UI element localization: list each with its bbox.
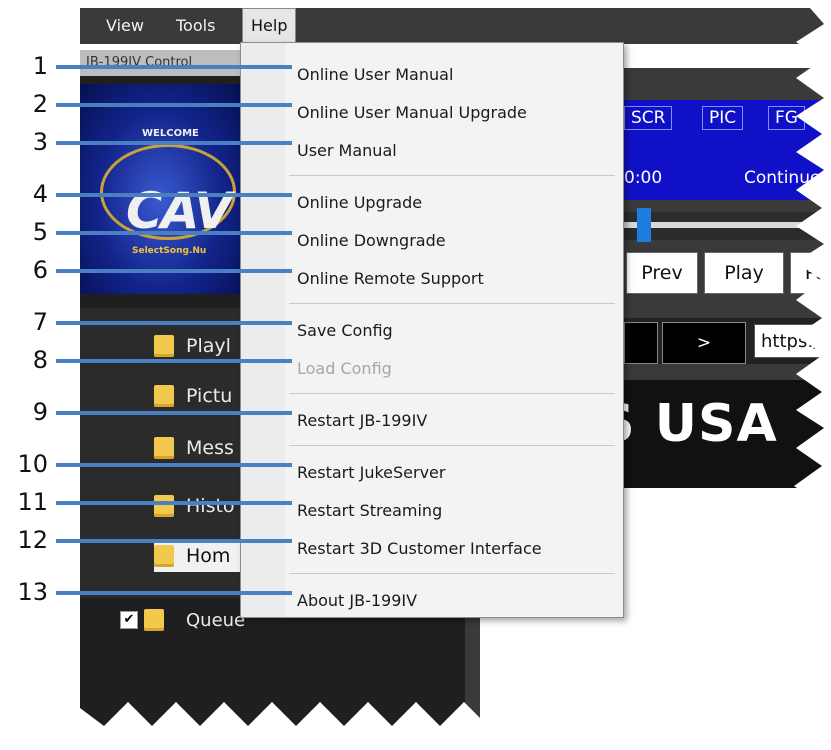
torn-edge-decoration [80, 8, 831, 750]
callout-number: 10 [17, 450, 48, 478]
callout-line [56, 591, 292, 595]
app-window: View Tools Help JB-199IV Control WELCOME… [80, 8, 831, 750]
callout-line [56, 411, 292, 415]
callout-number: 13 [17, 578, 48, 606]
callout-number: 11 [17, 488, 48, 516]
callout-line [56, 231, 292, 235]
annotated-screenshot: View Tools Help JB-199IV Control WELCOME… [0, 0, 831, 750]
callout-line [56, 539, 292, 543]
callout-line [56, 321, 292, 325]
callout-number: 3 [32, 128, 48, 156]
callout-line [56, 269, 292, 273]
callout-line [56, 65, 292, 69]
callout-number: 2 [32, 90, 48, 118]
callout-line [56, 463, 292, 467]
callout-number: 6 [32, 256, 48, 284]
callout-number: 1 [32, 52, 48, 80]
callout-number: 12 [17, 526, 48, 554]
callout-line [56, 359, 292, 363]
callout-number: 8 [32, 346, 48, 374]
callout-line [56, 501, 292, 505]
callout-line [56, 103, 292, 107]
callout-number: 5 [32, 218, 48, 246]
callout-number: 4 [32, 180, 48, 208]
callout-line [56, 193, 292, 197]
callout-line [56, 141, 292, 145]
callout-number: 9 [32, 398, 48, 426]
callout-number: 7 [32, 308, 48, 336]
